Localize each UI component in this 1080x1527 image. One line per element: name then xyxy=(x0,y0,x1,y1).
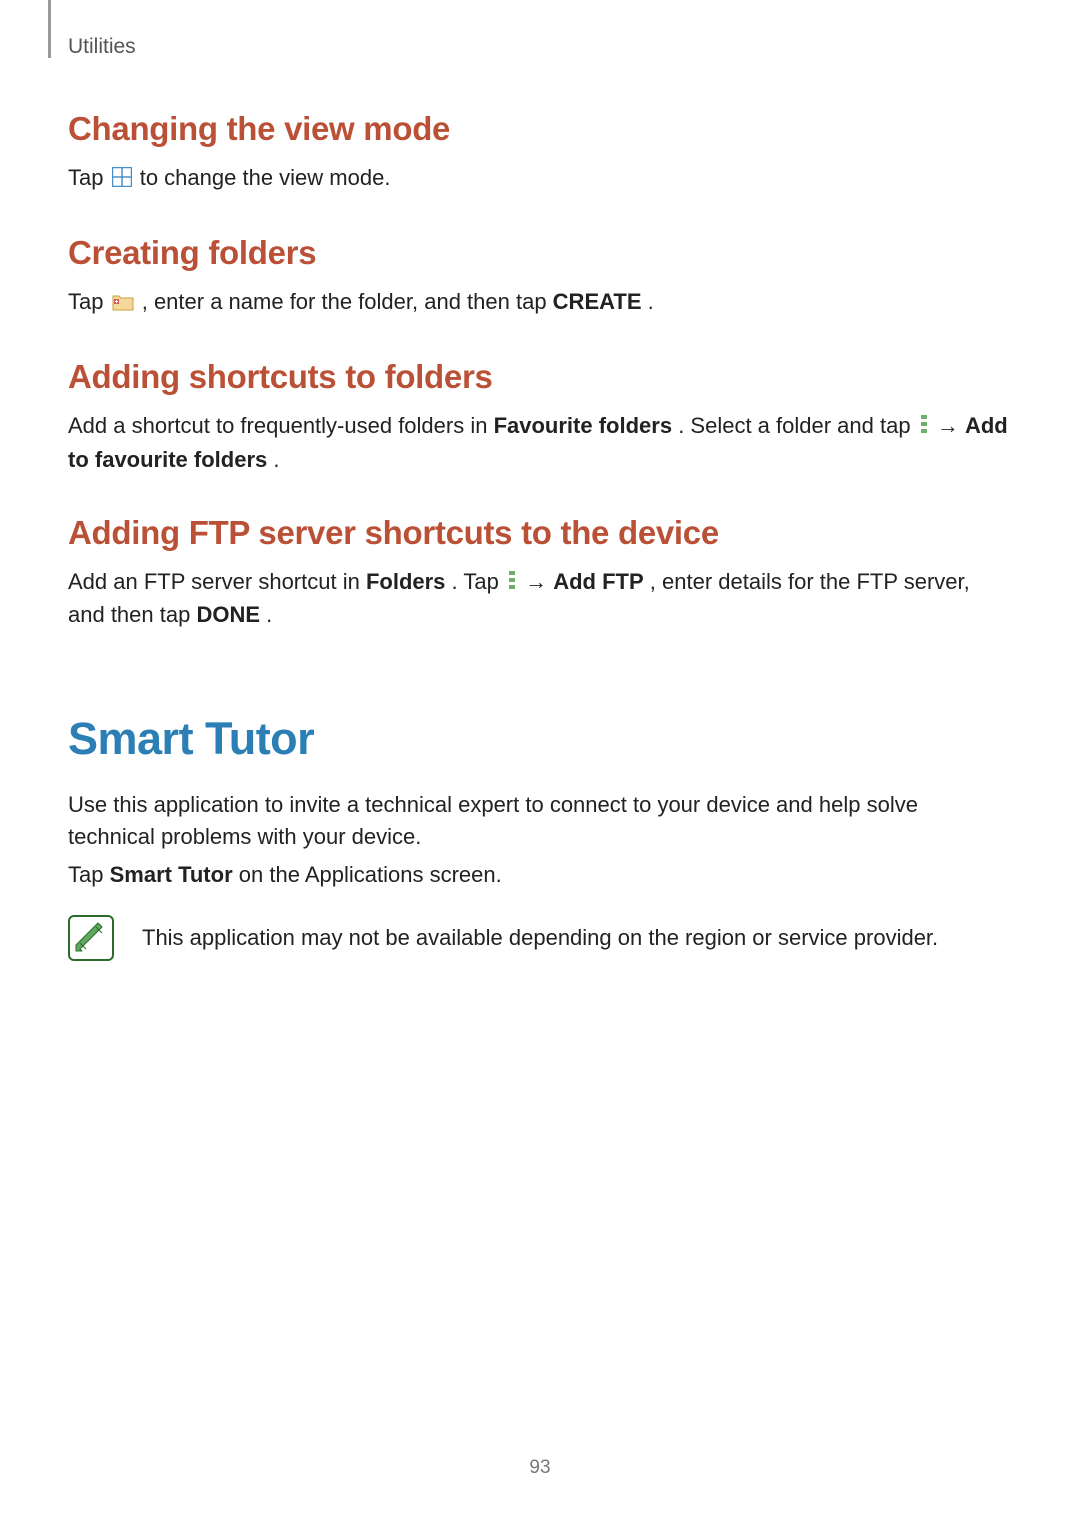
text: . xyxy=(273,447,279,472)
text: Tap xyxy=(68,862,110,887)
header-divider xyxy=(48,0,51,58)
text-bold: Add FTP xyxy=(553,569,643,594)
grid-icon xyxy=(112,164,132,196)
heading-shortcuts-folders: Adding shortcuts to folders xyxy=(68,358,1008,396)
text-bold: Folders xyxy=(366,569,445,594)
text: . xyxy=(648,289,654,314)
paragraph-smart-tutor-desc: Use this application to invite a technic… xyxy=(68,789,1008,853)
paragraph-ftp-shortcuts: Add an FTP server shortcut in Folders . … xyxy=(68,566,1008,632)
paragraph-shortcuts-folders: Add a shortcut to frequently-used folder… xyxy=(68,410,1008,476)
text: Add an FTP server shortcut in xyxy=(68,569,366,594)
text: on the Applications screen. xyxy=(239,862,502,887)
text: to change the view mode. xyxy=(140,165,391,190)
text-bold: DONE xyxy=(196,602,260,627)
header-section: Utilities xyxy=(68,35,136,59)
text: . Select a folder and tap xyxy=(678,413,917,438)
arrow: → xyxy=(937,413,965,438)
text-bold: CREATE xyxy=(553,289,642,314)
paragraph-view-mode: Tap to change the view mode. xyxy=(68,162,1008,196)
paragraph-creating-folders: Tap , enter a name for the folder, and t… xyxy=(68,286,1008,320)
heading-view-mode: Changing the view mode xyxy=(68,110,1008,148)
text-bold: Smart Tutor xyxy=(110,862,233,887)
heading-ftp-shortcuts: Adding FTP server shortcuts to the devic… xyxy=(68,514,1008,552)
text: Tap xyxy=(68,289,110,314)
note-icon xyxy=(68,915,114,961)
page-number: 93 xyxy=(0,1457,1080,1479)
text: . Tap xyxy=(452,569,505,594)
more-dots-icon xyxy=(507,568,517,600)
arrow: → xyxy=(525,569,553,594)
heading-smart-tutor: Smart Tutor xyxy=(68,713,1008,765)
heading-creating-folders: Creating folders xyxy=(68,234,1008,272)
text-bold: Favourite folders xyxy=(494,413,672,438)
more-dots-icon xyxy=(919,412,929,444)
text: Add a shortcut to frequently-used folder… xyxy=(68,413,494,438)
folder-plus-icon xyxy=(112,288,134,320)
text: , enter a name for the folder, and then … xyxy=(142,289,553,314)
text: Tap xyxy=(68,165,110,190)
paragraph-smart-tutor-tap: Tap Smart Tutor on the Applications scre… xyxy=(68,859,1008,891)
text: . xyxy=(266,602,272,627)
note-text: This application may not be available de… xyxy=(142,922,938,954)
note-row: This application may not be available de… xyxy=(68,915,1008,961)
page-content: Changing the view mode Tap to change the… xyxy=(68,110,1008,961)
